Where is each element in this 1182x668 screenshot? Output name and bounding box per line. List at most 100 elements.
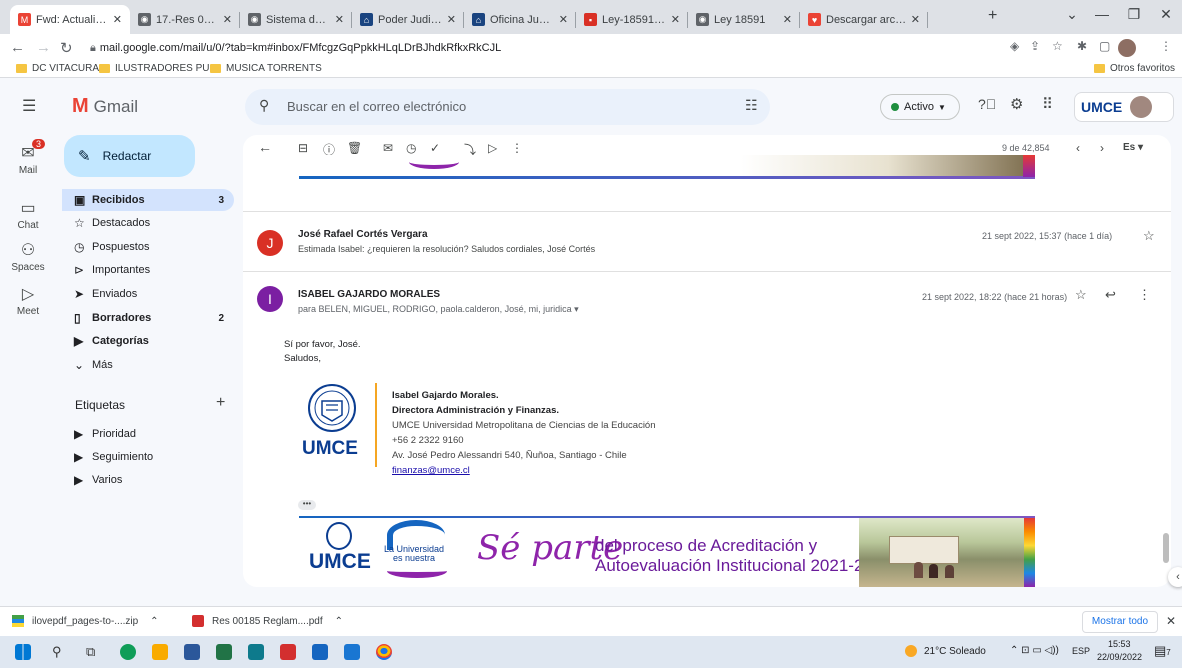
older-icon[interactable]: › (1100, 141, 1104, 155)
input-language[interactable]: ESP (1072, 646, 1090, 656)
more-actions-icon[interactable]: ⋮ (511, 141, 523, 155)
recipients-toggle[interactable]: para BELEN, MIGUEL, RODRIGO, paola.calde… (298, 304, 579, 315)
acrobat-icon[interactable] (280, 644, 296, 660)
browser-tab[interactable]: ◉Sistema de Resoluc✕ (240, 5, 352, 34)
rail-chat[interactable]: ▭ Chat (0, 198, 56, 231)
gmail-logo[interactable]: M Gmail (72, 95, 138, 118)
add-task-icon[interactable]: ✓ (430, 141, 440, 155)
close-tab-icon[interactable]: ✕ (223, 13, 232, 26)
browser-tab[interactable]: ♥ Descargar archivo ✕ (800, 5, 928, 34)
add-label-icon[interactable]: + (216, 394, 225, 412)
browser-tab[interactable]: ◉17.-Res 00185 Regl✕ (130, 5, 240, 34)
close-tab-icon[interactable]: ✕ (113, 13, 122, 26)
chevron-up-icon[interactable]: ⌃ (150, 616, 158, 627)
extensions-icon[interactable]: ✱ (1077, 39, 1087, 53)
bookmark-folder[interactable]: MUSICA TORRENTS (210, 63, 322, 74)
notifications-icon[interactable]: ▤7 (1154, 643, 1171, 659)
task-view-icon[interactable]: ⧉ (86, 644, 95, 660)
tab-search-icon[interactable]: ⌄ (1060, 6, 1084, 23)
app-icon[interactable] (248, 644, 264, 660)
star-icon[interactable]: ☆ (1075, 287, 1087, 303)
chevron-up-icon[interactable]: ⌃ (335, 616, 343, 627)
tray-icons[interactable]: ⌃ ⊡ ▭ ◁)) (1010, 645, 1059, 656)
delete-icon[interactable]: 🗑︎ (347, 141, 362, 155)
browser-tab[interactable]: ⌂Poder Judicial - Inic✕ (352, 5, 464, 34)
restore-button[interactable]: ❐ (1122, 6, 1146, 23)
bookmark-folder[interactable]: DC VITACURA (16, 63, 99, 74)
scrollbar-thumb[interactable] (1163, 533, 1169, 563)
close-tab-icon[interactable]: ✕ (335, 13, 344, 26)
label-as-icon[interactable]: ▷ (488, 141, 497, 155)
download-item[interactable]: Res 00185 Reglam....pdf ⌃ (192, 615, 343, 627)
sidebar-item-1[interactable]: ☆ Destacados (62, 212, 234, 234)
app-icon[interactable] (344, 644, 360, 660)
more-options-icon[interactable]: ⋮ (1138, 287, 1151, 303)
new-tab-button[interactable]: + (988, 7, 997, 25)
clock-date[interactable]: 22/09/2022 (1097, 652, 1142, 662)
status-dropdown[interactable]: Activo ▼ (880, 94, 960, 120)
rail-mail[interactable]: ✉ 3 Mail (0, 139, 56, 176)
back-to-inbox-icon[interactable]: ← (258, 139, 272, 155)
signature-email-link[interactable]: finanzas@umce.cl (392, 465, 470, 476)
label-item[interactable]: ▶ Prioridad (62, 423, 234, 445)
browser-tab[interactable]: ▪Ley-18591 03-ENE✕ (576, 5, 688, 34)
apps-grid-icon[interactable]: ⠿ (1042, 95, 1053, 113)
sidepanel-icon[interactable]: ▢ (1099, 39, 1110, 53)
sidebar-item-7[interactable]: ⌄ Más (62, 354, 234, 376)
weather-text[interactable]: 21°C Soleado (924, 646, 986, 657)
sidebar-item-6[interactable]: ▶ Categorías (62, 330, 234, 352)
word-icon[interactable] (184, 644, 200, 660)
label-item[interactable]: ▶ Seguimiento (62, 446, 234, 468)
other-bookmarks[interactable]: Otros favoritos (1094, 63, 1175, 74)
address-bar[interactable]: 🔒︎ mail.google.com/mail/u/0/?tab=km#inbox… (90, 38, 990, 58)
sidebar-item-4[interactable]: ➤ Enviados (62, 283, 234, 305)
clock-time[interactable]: 15:53 (1108, 639, 1131, 649)
browser-menu-icon[interactable]: ⋮ (1160, 39, 1172, 53)
windows-start-icon[interactable] (15, 644, 31, 660)
star-icon[interactable]: ☆ (1143, 228, 1155, 244)
snooze-icon[interactable]: ◷ (406, 141, 416, 155)
close-downloads-icon[interactable]: ✕ (1166, 614, 1176, 628)
search-icon[interactable]: ⚲ (259, 97, 269, 114)
input-tools-button[interactable]: Es ▾ (1123, 142, 1143, 153)
main-menu-icon[interactable]: ☰ (22, 96, 36, 116)
search-icon[interactable]: ⚲ (52, 644, 62, 660)
rail-spaces[interactable]: ⚇ Spaces (0, 240, 56, 273)
minimize-button[interactable]: — (1090, 6, 1114, 22)
show-trimmed-button[interactable]: ••• (298, 500, 316, 510)
sidebar-item-2[interactable]: ◷ Pospuestos (62, 236, 234, 258)
chrome-icon[interactable] (376, 644, 392, 660)
sidebar-item-5[interactable]: ▯ Borradores 2 (62, 307, 234, 329)
search-options-icon[interactable]: ☷ (745, 97, 758, 114)
browser-tab[interactable]: MFwd: Actualización✕ (10, 5, 130, 34)
label-item[interactable]: ▶ Varios (62, 469, 234, 491)
profile-avatar[interactable] (1118, 39, 1136, 57)
browser-tab[interactable]: ◉ Ley 18591 ✕ (688, 5, 800, 34)
close-tab-icon[interactable]: ✕ (911, 13, 920, 26)
archive-icon[interactable]: ⊟ (298, 141, 308, 155)
help-icon[interactable]: ?⃝ (978, 96, 996, 112)
app-icon[interactable] (312, 644, 328, 660)
search-bar[interactable]: ⚲ Buscar en el correo electrónico ☷ (245, 89, 770, 125)
close-tab-icon[interactable]: ✕ (447, 13, 456, 26)
download-item[interactable]: ilovepdf_pages-to-....zip ⌃ (12, 615, 159, 627)
sidebar-item-3[interactable]: ⊳ Importantes (62, 259, 234, 281)
rail-meet[interactable]: ▷ Meet (0, 284, 56, 317)
sidebar-item-0[interactable]: ▣ Recibidos 3 (62, 189, 234, 211)
newer-icon[interactable]: ‹ (1076, 141, 1080, 155)
account-switcher[interactable]: UMCE (1074, 92, 1174, 122)
forward-icon[interactable]: → (36, 39, 51, 56)
show-all-downloads-button[interactable]: Mostrar todo (1082, 611, 1158, 633)
close-tab-icon[interactable]: ✕ (783, 13, 792, 26)
share-icon[interactable]: ⇪ (1030, 39, 1040, 53)
compose-button[interactable]: ✎ Redactar (64, 135, 195, 177)
reply-icon[interactable]: ↩ (1105, 287, 1116, 303)
edge-browser-icon[interactable] (120, 644, 136, 660)
bookmark-folder[interactable]: ILUSTRADORES PU... (99, 63, 218, 74)
reload-icon[interactable]: ↻ (60, 39, 73, 57)
close-tab-icon[interactable]: ✕ (559, 13, 568, 26)
close-tab-icon[interactable]: ✕ (671, 13, 680, 26)
settings-gear-icon[interactable]: ⚙ (1010, 95, 1023, 113)
sender-name[interactable]: ISABEL GAJARDO MORALES (298, 289, 440, 300)
side-panel-toggle[interactable]: ‹ (1168, 567, 1182, 587)
